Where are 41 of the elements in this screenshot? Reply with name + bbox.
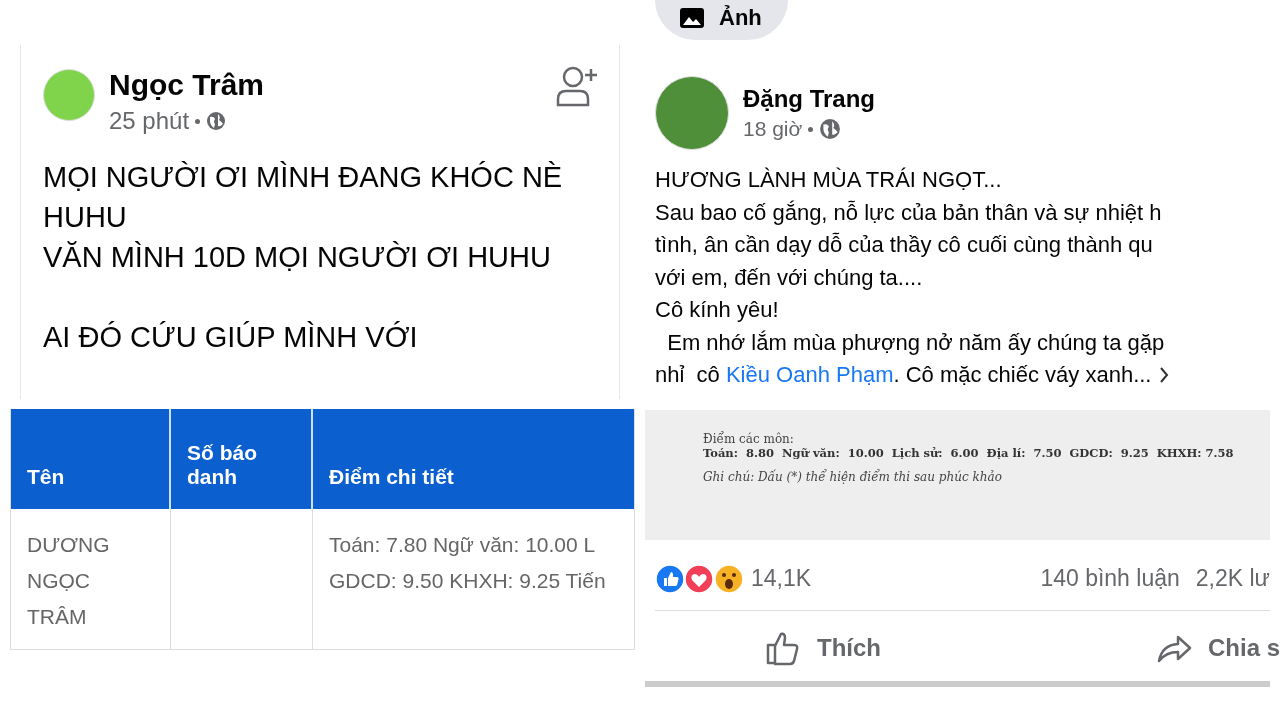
reaction-count[interactable]: 14,1K	[751, 565, 812, 592]
column-header: Tên	[11, 409, 171, 509]
post-text: AI ĐÓ CỨU GIÚP MÌNH VỚI	[43, 320, 419, 355]
image-icon	[679, 7, 705, 29]
post-text: VĂN MÌNH 10D MỌI NGƯỜI ƠI HUHU	[43, 240, 552, 275]
score-heading: Điểm các môn:	[703, 431, 795, 446]
photo-button[interactable]: Ảnh	[655, 0, 788, 40]
post-time: 25 phút	[109, 107, 190, 135]
post-text: với em, đến với chúng ta....	[655, 263, 924, 292]
add-friend-icon	[555, 65, 599, 107]
post-time: 18 giờ	[743, 117, 803, 141]
author-name[interactable]: Ngọc Trâm	[109, 67, 541, 103]
post-text: Cô kính yêu!	[655, 296, 780, 324]
table-cell-text: TRÂM	[27, 604, 88, 630]
post-text: tình, ân cần dạy dỗ của thầy cô cuối cùng thành qu	[655, 231, 1154, 259]
score-note: Ghi chú: Dấu (*) thể hiện điểm thi sau phúc khảo	[703, 469, 1003, 484]
separator-dot	[808, 126, 814, 132]
post-text: MỌI NGƯỜI ƠI MÌNH ĐANG KHÓC NÈ	[43, 160, 564, 195]
comment-count[interactable]: 140 bình luận	[1040, 565, 1180, 592]
post-text: HUHU	[43, 200, 128, 235]
post-text: Sau bao cố gắng, nỗ lực của bản thân và sự nhiệt h	[655, 198, 1163, 227]
table-cell-text: NGỌC	[27, 568, 91, 594]
table-cell-text: Toán: 7.80 Ngữ văn: 10.00 L	[329, 532, 597, 558]
column-header: Điểm chi tiết	[328, 464, 455, 490]
like-button[interactable]: Thích	[765, 628, 881, 667]
mention-link[interactable]: Kiều Oanh Phạm	[725, 362, 894, 387]
author-name[interactable]: Đặng Trang	[743, 85, 1280, 113]
table-cell-text: DƯƠNG	[27, 532, 111, 558]
chevron-icon	[1159, 366, 1170, 385]
table-cell-text: GDCD: 9.50 KHXH: 9.25 Tiến	[329, 568, 607, 594]
share-count[interactable]: 2,2K lư	[1195, 565, 1270, 592]
post-text: HƯƠNG LÀNH MÙA TRÁI NGỌT...	[655, 166, 1003, 194]
separator-dot	[195, 118, 201, 124]
score-line: Toán: 8.80 Ngữ văn: 10.00 Lịch sử: 6.00 Địa lí: 7.50 GDCD: 9.25 KHXH: 7.58	[703, 445, 1235, 460]
globe-icon	[206, 111, 227, 131]
share-button[interactable]: Chia s	[1155, 628, 1280, 667]
avatar	[43, 69, 95, 121]
post-text: Em nhớ lắm mùa phượng nở năm ấy chúng ta gặp	[666, 328, 1166, 357]
column-header: Số báo danh	[171, 409, 313, 509]
globe-icon	[819, 118, 842, 140]
post-text: nhỉ cô Kiều Oanh Phạm. Cô mặc chiếc váy xanh...	[655, 361, 1152, 389]
